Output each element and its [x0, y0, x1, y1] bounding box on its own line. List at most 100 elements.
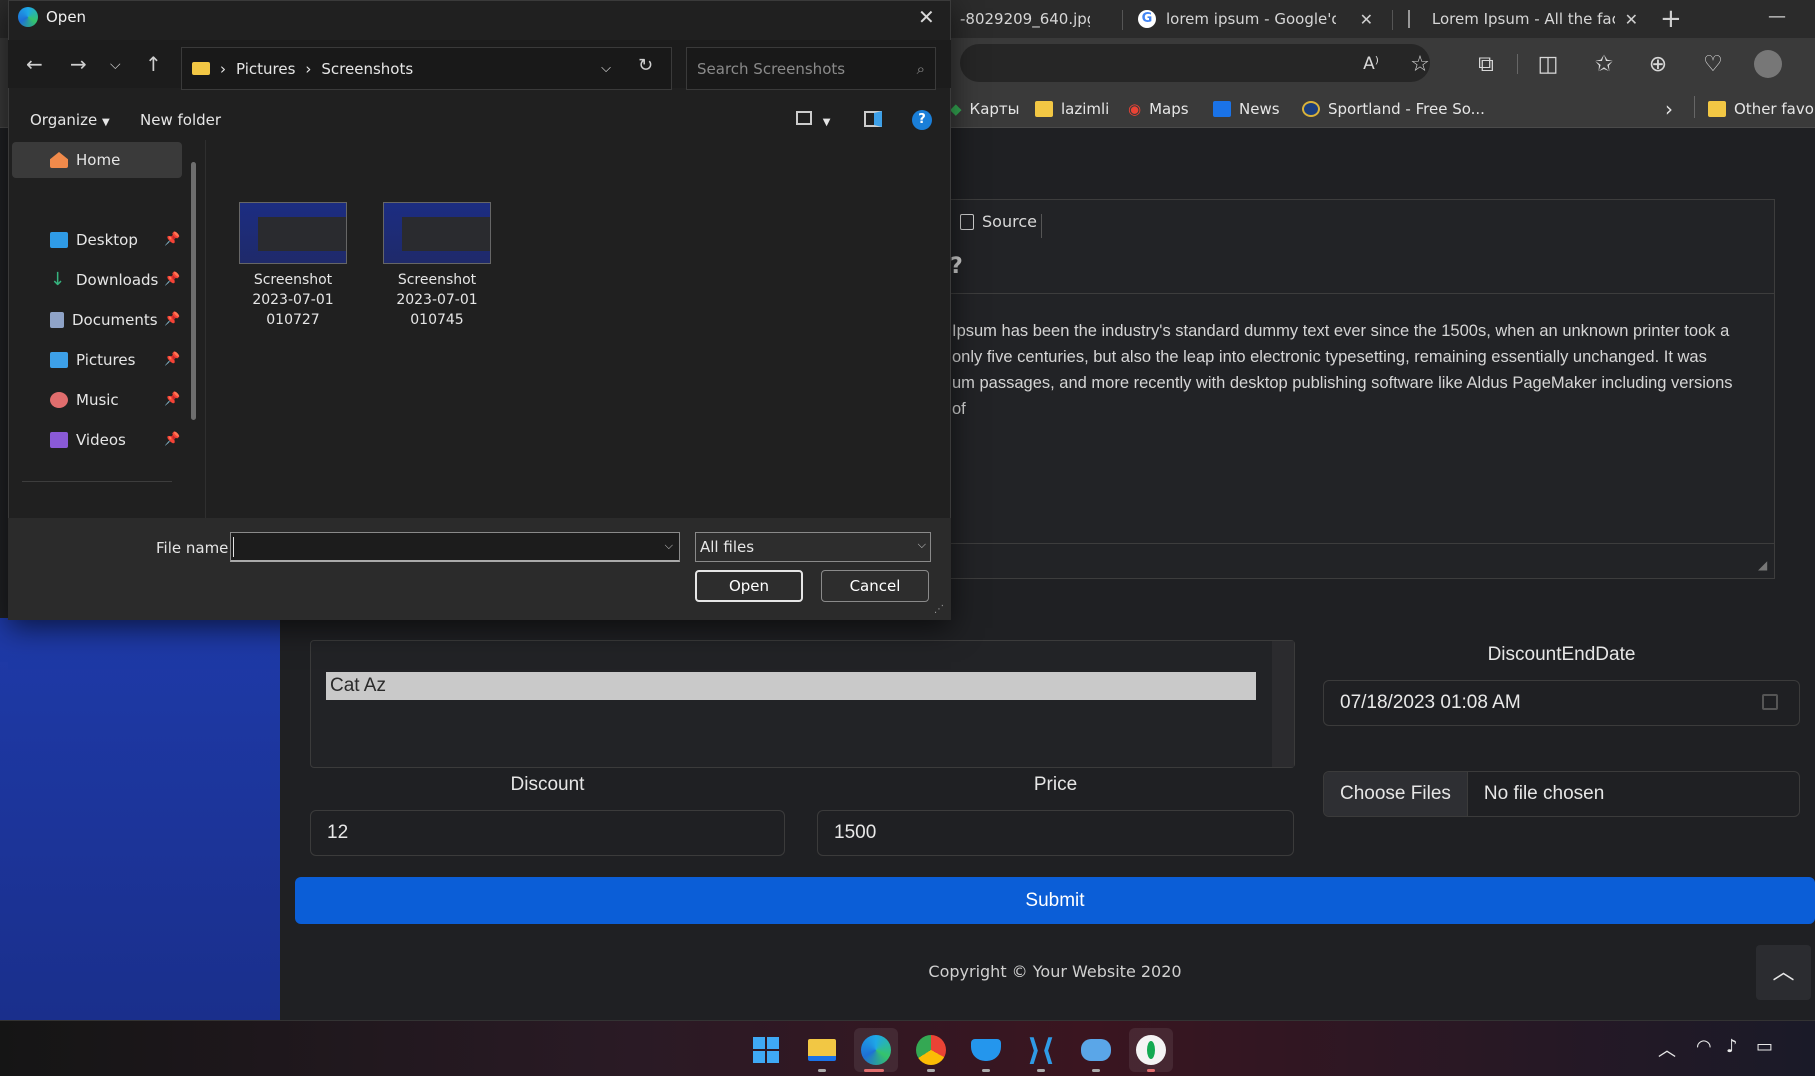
chrome-dev-app[interactable]	[909, 1028, 953, 1072]
mongodb-compass-app[interactable]	[1129, 1028, 1173, 1072]
pin-icon[interactable]: 📌	[164, 232, 180, 247]
pin-icon[interactable]: 📌	[164, 392, 180, 407]
performance-icon[interactable]: ♡	[1697, 48, 1729, 80]
vscode-app[interactable]: ⟩⟨	[1019, 1028, 1063, 1072]
pin-icon[interactable]: 📌	[164, 352, 180, 367]
battery-icon[interactable]: ▭	[1756, 1036, 1773, 1057]
refresh-icon[interactable]: ↻	[638, 55, 653, 76]
file-item[interactable]: Screenshot 2023-07-01 010727	[229, 202, 357, 330]
azure-data-studio-app[interactable]	[1074, 1028, 1118, 1072]
nav-item-documents[interactable]: Documents	[50, 302, 158, 338]
pin-icon[interactable]: 📌	[164, 272, 180, 287]
nav-item-desktop[interactable]: Desktop	[50, 222, 138, 258]
profile-icon[interactable]	[1752, 48, 1784, 80]
file-item[interactable]: Screenshot 2023-07-01 010745	[373, 202, 501, 330]
split-screen-icon[interactable]: ◫	[1532, 48, 1564, 80]
favbar-divider	[1694, 96, 1695, 118]
file-name-input[interactable]: ⌵	[230, 532, 680, 562]
file-name-line: Screenshot	[397, 272, 477, 288]
editor-content[interactable]: Ipsum has been the industry's standard d…	[952, 318, 1742, 422]
search-placeholder: Search Screenshots	[697, 60, 846, 78]
start-button[interactable]	[744, 1028, 788, 1072]
choose-files-button[interactable]: Choose Files	[1324, 772, 1468, 816]
favorite-news[interactable]: News	[1213, 94, 1280, 124]
volume-icon[interactable]: ♪	[1726, 1036, 1738, 1057]
favorite-lazimli[interactable]: lazimli	[1035, 94, 1109, 124]
favorite-maps[interactable]: ◉ Maps	[1128, 94, 1189, 124]
search-input[interactable]: Search Screenshots ⌕	[686, 47, 936, 90]
browser-tab-google[interactable]: G lorem ipsum - Google'da ax ✕	[1128, 3, 1383, 35]
read-aloud-icon[interactable]: A⁾	[1355, 48, 1387, 80]
cloud-db-icon	[1081, 1039, 1111, 1061]
file-input[interactable]: Choose Files No file chosen	[1323, 771, 1800, 817]
recent-locations-icon[interactable]: ⌵	[110, 57, 121, 73]
preview-pane-button[interactable]	[864, 111, 882, 131]
open-button[interactable]: Open	[695, 570, 803, 602]
chevron-down-icon[interactable]: ⌵	[665, 539, 673, 553]
nav-item-downloads[interactable]: ↓ Downloads	[50, 262, 158, 298]
minimize-icon[interactable]: —	[1768, 6, 1786, 27]
dialog-title-bar: Open	[18, 7, 86, 27]
category-option-selected[interactable]: Cat Az	[326, 672, 1256, 700]
breadcrumb-screenshots[interactable]: Screenshots	[321, 60, 413, 78]
breadcrumb-pictures[interactable]: Pictures	[236, 60, 295, 78]
chevron-right-icon[interactable]: ›	[1665, 94, 1673, 124]
collections-icon[interactable]: ⊕	[1642, 48, 1674, 80]
favorite-other[interactable]: Other favor	[1708, 94, 1815, 124]
new-tab-icon[interactable]: +	[1660, 4, 1682, 34]
category-scrollbar[interactable]	[1272, 641, 1294, 767]
source-button[interactable]: Source	[960, 212, 1037, 231]
file-name-label: File name:	[156, 539, 234, 557]
view-options-button[interactable]: ▼	[796, 111, 830, 129]
category-select[interactable]	[310, 640, 1295, 768]
new-folder-button[interactable]: New folder	[140, 111, 221, 129]
close-icon[interactable]: ✕	[918, 5, 935, 29]
resize-handle-icon[interactable]: ◢	[1758, 558, 1767, 572]
browser-tab-image[interactable]: -8029209_640.jpg (4 ✕	[950, 3, 1090, 35]
file-explorer-app[interactable]	[800, 1028, 844, 1072]
wifi-icon[interactable]: ◠	[1696, 1036, 1712, 1057]
nav-item-videos[interactable]: Videos	[50, 422, 126, 458]
edge-app[interactable]	[854, 1028, 898, 1072]
nav-label: Music	[76, 391, 119, 409]
organize-button[interactable]: Organize ▼	[30, 111, 110, 129]
breadcrumb[interactable]: › Pictures › Screenshots ⌵	[181, 47, 672, 90]
extensions-icon[interactable]: ⧉	[1470, 48, 1502, 80]
calendar-icon[interactable]	[1762, 694, 1778, 710]
close-icon[interactable]: ✕	[1625, 10, 1638, 29]
favorites-icon[interactable]: ✩	[1588, 48, 1620, 80]
cancel-button[interactable]: Cancel	[821, 570, 929, 602]
breadcrumb-chevron-icon: ›	[220, 59, 226, 78]
discount-end-date-input[interactable]: 07/18/2023 01:08 AM	[1323, 680, 1800, 726]
browser-tab-lorem[interactable]: Lorem Ipsum - All the facts ✕	[1398, 3, 1648, 35]
nav-item-pictures[interactable]: Pictures	[50, 342, 135, 378]
favorite-label: News	[1239, 100, 1280, 118]
docker-app[interactable]	[964, 1028, 1008, 1072]
nav-item-home[interactable]: Home	[50, 142, 120, 178]
pin-icon[interactable]: 📌	[164, 432, 180, 447]
chevron-up-icon[interactable]: ︿	[1658, 1036, 1676, 1062]
help-icon[interactable]: ?	[912, 110, 932, 130]
pane-splitter[interactable]	[205, 140, 206, 518]
close-icon[interactable]: ✕	[1360, 10, 1373, 29]
nav-scrollbar[interactable]	[191, 162, 196, 420]
chevron-down-icon: ▼	[101, 117, 110, 128]
nav-item-music[interactable]: Music	[50, 382, 119, 418]
search-icon: ⌕	[916, 60, 925, 78]
back-to-top-button[interactable]: ︿	[1756, 945, 1811, 1000]
favorite-star-icon[interactable]: ☆	[1404, 48, 1436, 80]
forward-arrow-icon[interactable]: →	[70, 52, 87, 76]
favorite-sportland[interactable]: Sportland - Free So...	[1302, 94, 1485, 124]
back-arrow-icon[interactable]: ←	[26, 52, 43, 76]
discount-input[interactable]: 12	[310, 810, 785, 856]
file-type-filter[interactable]: All files ⌵	[695, 532, 931, 562]
submit-button[interactable]: Submit	[295, 877, 1815, 924]
price-input[interactable]: 1500	[817, 810, 1294, 856]
favorite-maps-ru[interactable]: ◆ Карты	[950, 94, 1020, 124]
app-indicator	[1147, 1069, 1155, 1072]
docker-icon	[971, 1039, 1001, 1061]
pin-icon[interactable]: 📌	[164, 312, 180, 327]
up-arrow-icon[interactable]: ↑	[145, 52, 162, 76]
chevron-down-icon[interactable]: ⌵	[601, 61, 611, 76]
resize-grip-icon[interactable]: ⋰	[934, 604, 944, 615]
